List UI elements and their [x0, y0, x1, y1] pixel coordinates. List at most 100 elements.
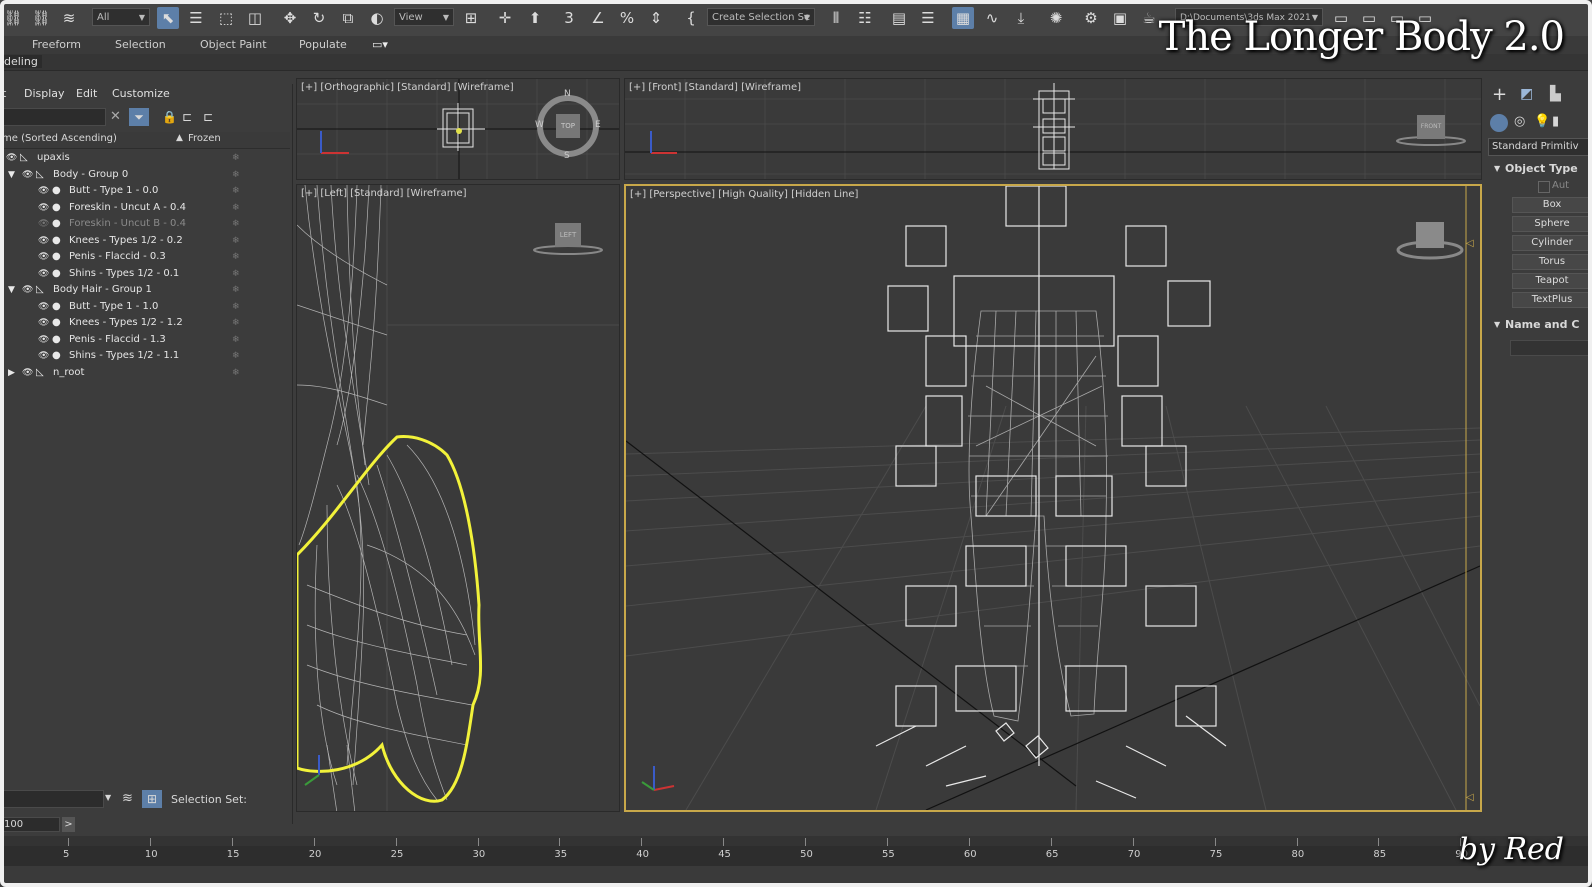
freeze-toggle-icon[interactable]: ❄	[232, 150, 240, 166]
render-setup-icon[interactable]: ⚙	[1080, 7, 1102, 29]
placement-icon[interactable]: ◐	[366, 7, 388, 29]
object-name-input[interactable]	[1510, 340, 1592, 356]
column-frozen[interactable]: Frozen	[188, 133, 221, 144]
explorer-search-input[interactable]	[0, 108, 106, 126]
explorer-row[interactable]: ▼ 👁 ◺ Body - Group 0 ❄	[0, 167, 290, 183]
angle-snap-icon[interactable]: ∠	[587, 7, 609, 29]
visibility-eye-icon[interactable]: 👁	[38, 183, 49, 199]
lights-category-icon[interactable]: 💡	[1534, 114, 1550, 129]
shapes-category-icon[interactable]: ◎	[1514, 114, 1525, 129]
viewport-left[interactable]: [+] [Left] [Standard] [Wireframe] LEFT	[296, 184, 620, 812]
visibility-eye-icon[interactable]: 👁	[38, 348, 49, 364]
visibility-eye-icon[interactable]: 👁	[38, 216, 49, 232]
freeze-toggle-icon[interactable]: ❄	[232, 183, 240, 199]
visibility-eye-icon[interactable]: 👁	[38, 233, 49, 249]
freeze-toggle-icon[interactable]: ❄	[232, 200, 240, 216]
ribbon-modeling-tab[interactable]: deling	[0, 55, 42, 68]
scale-icon[interactable]: ⧉	[337, 7, 359, 29]
frame-next-button[interactable]: >	[62, 817, 75, 832]
torus-button[interactable]: Torus	[1512, 254, 1592, 270]
object-type-rollout[interactable]: Object Type	[1505, 162, 1578, 175]
ribbon-tab-freeform[interactable]: Freeform	[32, 38, 81, 51]
explorer-menu-customize[interactable]: Customize	[112, 87, 170, 100]
expand-icon[interactable]: ▶	[8, 365, 15, 381]
viewcube-compass[interactable]: TOP	[537, 95, 599, 157]
explorer-row[interactable]: ▼ 👁 ◺ Body Hair - Group 1 ❄	[0, 282, 290, 298]
timeline-track[interactable]	[0, 836, 1592, 846]
viewport-label-left[interactable]: [+] [Left] [Standard] [Wireframe]	[301, 188, 467, 199]
viewcube-front[interactable]: FRONT	[1417, 115, 1445, 139]
snaps-toggle-icon[interactable]: 3	[558, 7, 580, 29]
textplus-button[interactable]: TextPlus	[1512, 292, 1592, 308]
select-manipulate-icon[interactable]: ✛	[494, 7, 516, 29]
explorer-menu-select[interactable]: t	[2, 87, 6, 100]
edit-named-selection-icon[interactable]: {	[680, 7, 702, 29]
spinner-snap-icon[interactable]: ⇕	[645, 7, 667, 29]
visibility-eye-icon[interactable]: 👁	[6, 150, 17, 166]
lock-icon[interactable]: 🔒	[162, 110, 177, 124]
cameras-category-icon[interactable]: ▮	[1552, 114, 1559, 129]
viewport-label-orthographic[interactable]: [+] [Orthographic] [Standard] [Wireframe…	[301, 82, 514, 93]
ribbon-tab-object-paint[interactable]: Object Paint	[200, 38, 267, 51]
render-frame-icon[interactable]: ▣	[1109, 7, 1131, 29]
viewport-label-front[interactable]: [+] [Front] [Standard] [Wireframe]	[629, 82, 801, 93]
percent-snap-icon[interactable]: %	[616, 7, 638, 29]
named-selection-dropdown[interactable]: Create Selection Se ▼	[707, 8, 815, 26]
modify-tab-icon[interactable]: ◩	[1520, 86, 1533, 102]
keyboard-shortcut-icon[interactable]: ⬆	[524, 7, 546, 29]
create-tab-icon[interactable]: +	[1492, 84, 1507, 105]
collapse-icon[interactable]: ▼	[8, 167, 15, 183]
visibility-eye-icon[interactable]: 👁	[38, 332, 49, 348]
reference-coord-dropdown[interactable]: View ▼	[394, 8, 454, 26]
toggle-ribbon-icon[interactable]: ▦	[952, 7, 974, 29]
bind-space-warp-icon[interactable]: ≋	[58, 7, 80, 29]
render-icon[interactable]: ☕	[1138, 7, 1160, 29]
timeline[interactable]: 5 10 15 20 25 30 35 40 45 50 55 60 65 70 75 80 85 90	[0, 836, 1592, 887]
visibility-eye-icon[interactable]: 👁	[38, 266, 49, 282]
visibility-eye-icon[interactable]: 👁	[22, 282, 33, 298]
visibility-eye-icon[interactable]: 👁	[38, 299, 49, 315]
freeze-toggle-icon[interactable]: ❄	[232, 266, 240, 282]
object-type-collapse-icon[interactable]: ▼	[1494, 164, 1500, 173]
box-button[interactable]: Box	[1512, 197, 1592, 213]
material-editor-icon[interactable]: ✺	[1045, 7, 1067, 29]
viewport-front[interactable]: [+] [Front] [Standard] [Wireframe] FRONT	[624, 78, 1482, 180]
teapot-button[interactable]: Teapot	[1512, 273, 1592, 289]
layer-explorer-icon[interactable]: ☰	[917, 7, 939, 29]
explorer-row[interactable]: 👁 ● Penis - Flaccid - 1.3 ❄	[0, 332, 290, 348]
freeze-toggle-icon[interactable]: ❄	[232, 332, 240, 348]
scene-explorer-icon[interactable]: ▤	[888, 7, 910, 29]
curve-editor-icon[interactable]: ∿	[981, 7, 1003, 29]
viewcube-top[interactable]: TOP	[556, 114, 580, 138]
name-and-color-rollout[interactable]: Name and C	[1505, 318, 1579, 331]
rect-selection-icon[interactable]: ⬚	[215, 7, 237, 29]
selection-set-icon[interactable]: ⊞	[142, 790, 162, 808]
align-icon[interactable]: ☷	[854, 7, 876, 29]
cylinder-button[interactable]: Cylinder	[1512, 235, 1592, 251]
name-color-collapse-icon[interactable]: ▼	[1494, 320, 1500, 329]
hierarchy-icon[interactable]: ⊏	[182, 110, 192, 124]
explorer-row[interactable]: 👁 ● Shins - Types 1/2 - 1.1 ❄	[0, 348, 290, 364]
explorer-row[interactable]: 👁 ● Knees - Types 1/2 - 0.2 ❄	[0, 233, 290, 249]
link-icon[interactable]: ⛓	[2, 7, 24, 29]
pivot-center-icon[interactable]: ⊞	[460, 7, 482, 29]
visibility-eye-icon[interactable]: 👁	[22, 167, 33, 183]
collapse-icon[interactable]: ▼	[8, 282, 15, 298]
freeze-toggle-icon[interactable]: ❄	[232, 167, 240, 183]
visibility-eye-icon[interactable]: 👁	[38, 249, 49, 265]
unlink-icon[interactable]: ⛓	[30, 7, 52, 29]
ribbon-options-icon[interactable]: ▭▾	[372, 38, 388, 51]
viewcube-left[interactable]: LEFT	[555, 223, 581, 247]
explorer-menu-display[interactable]: Display	[24, 87, 65, 100]
freeze-toggle-icon[interactable]: ❄	[232, 216, 240, 232]
move-icon[interactable]: ✥	[279, 7, 301, 29]
explorer-row[interactable]: 👁 ● Penis - Flaccid - 0.3 ❄	[0, 249, 290, 265]
viewport-orthographic[interactable]: [+] [Orthographic] [Standard] [Wireframe…	[296, 78, 620, 180]
viewport-perspective[interactable]: [+] [Perspective] [High Quality] [Hidden…	[624, 184, 1482, 812]
geometry-category-icon[interactable]	[1490, 114, 1508, 132]
selection-filter-dropdown[interactable]: All ▼	[92, 8, 150, 26]
explorer-row[interactable]: 👁 ● Butt - Type 1 - 0.0 ❄	[0, 183, 290, 199]
explorer-row[interactable]: 👁 ● Butt - Type 1 - 1.0 ❄	[0, 299, 290, 315]
freeze-toggle-icon[interactable]: ❄	[232, 233, 240, 249]
explorer-row[interactable]: 👁 ● Knees - Types 1/2 - 1.2 ❄	[0, 315, 290, 331]
